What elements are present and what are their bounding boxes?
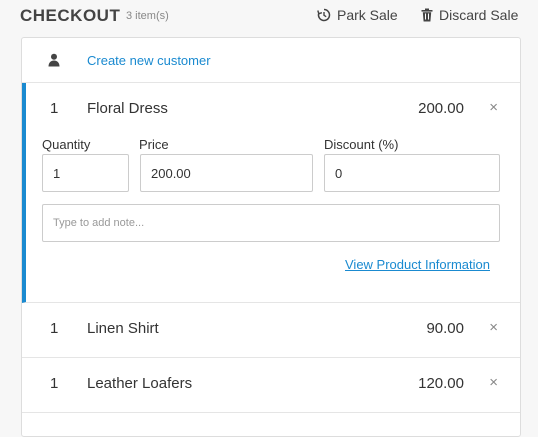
park-sale-label: Park Sale — [337, 7, 398, 23]
line-name: Linen Shirt — [87, 320, 159, 337]
discount-label: Discount (%) — [324, 137, 399, 152]
note-input[interactable] — [42, 204, 500, 242]
line-price: 200.00 — [418, 100, 464, 117]
quantity-label: Quantity — [42, 137, 91, 152]
history-icon — [317, 8, 331, 22]
item-count: 3 item(s) — [126, 10, 169, 22]
remove-line-icon[interactable]: × — [489, 99, 498, 116]
page-title: CHECKOUT — [20, 6, 121, 25]
line-price: 90.00 — [426, 320, 464, 337]
cart-line[interactable]: 1 Leather Loafers 120.00 × — [22, 358, 520, 413]
price-field[interactable] — [140, 154, 313, 192]
line-name: Leather Loafers — [87, 375, 193, 392]
line-qty: 1 — [50, 375, 59, 392]
trash-icon — [421, 8, 433, 22]
quantity-field[interactable] — [42, 154, 129, 192]
line-name: Floral Dress — [87, 100, 168, 117]
view-product-info-link[interactable]: View Product Information — [345, 257, 490, 272]
cart-panel: Create new customer 1 Floral Dress 200.0… — [21, 37, 521, 437]
create-customer-link[interactable]: Create new customer — [87, 53, 211, 68]
discount-field[interactable] — [324, 154, 500, 192]
customer-row: Create new customer — [22, 38, 520, 83]
line-qty: 1 — [50, 320, 59, 337]
cart-line-active[interactable]: 1 Floral Dress 200.00 × Quantity Price D… — [22, 83, 520, 303]
price-label: Price — [139, 137, 169, 152]
discard-sale-label: Discard Sale — [439, 7, 519, 23]
cart-line[interactable]: 1 Linen Shirt 90.00 × — [22, 303, 520, 358]
remove-line-icon[interactable]: × — [489, 319, 498, 336]
remove-line-icon[interactable]: × — [489, 374, 498, 391]
line-qty: 1 — [50, 100, 59, 117]
discard-sale-button[interactable]: Discard Sale — [421, 7, 518, 23]
line-price: 120.00 — [418, 375, 464, 392]
checkout-header: CHECKOUT 3 item(s) Park Sale Discard Sal… — [0, 0, 538, 34]
park-sale-button[interactable]: Park Sale — [317, 7, 398, 23]
user-icon — [48, 53, 60, 72]
